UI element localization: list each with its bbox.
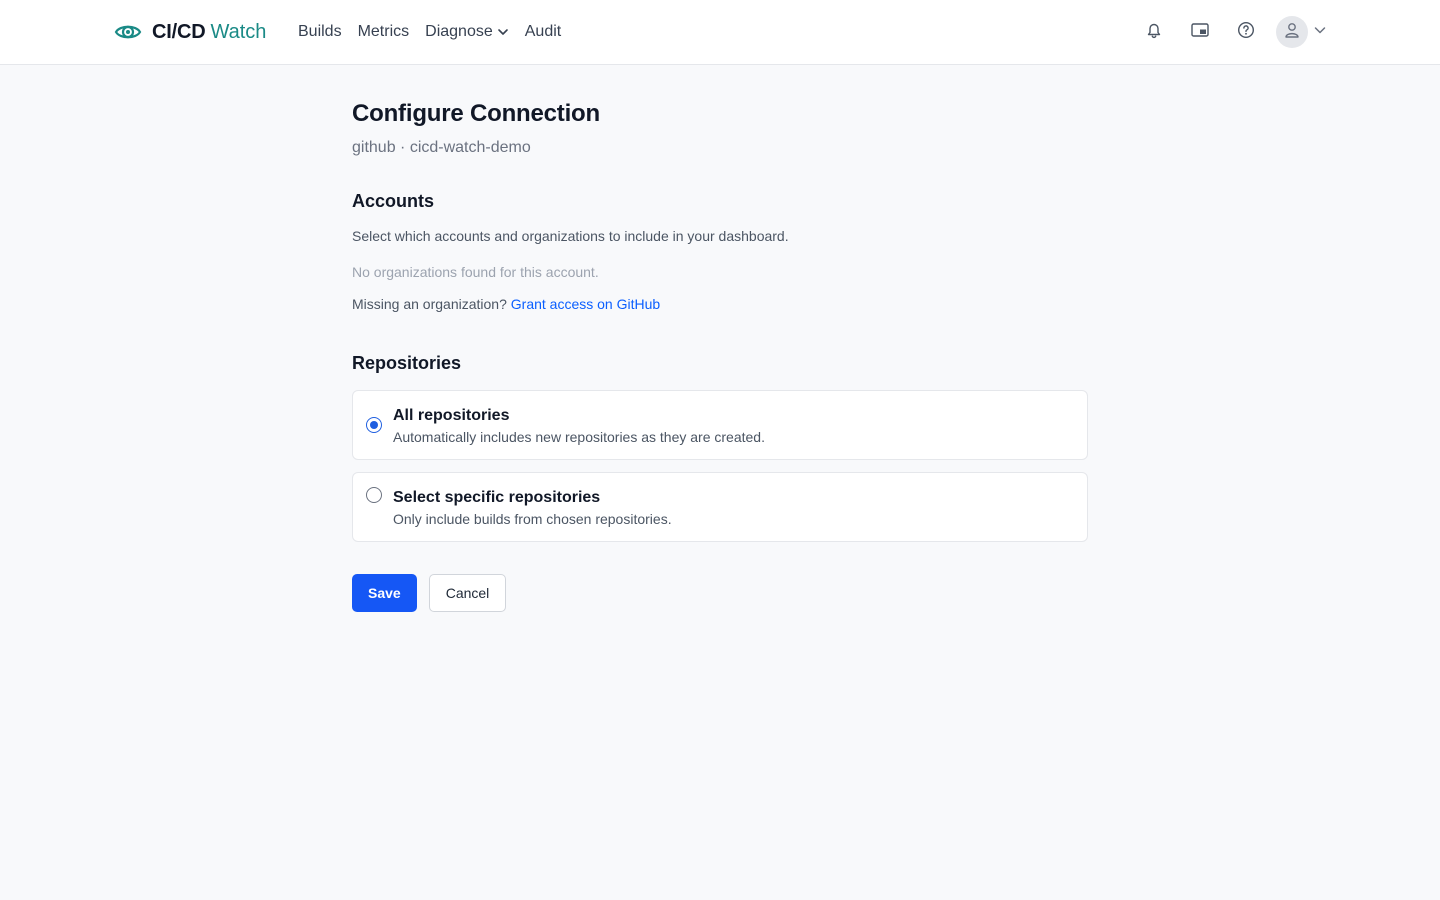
- account-menu-toggle[interactable]: [1312, 24, 1328, 40]
- nav-diagnose[interactable]: Diagnose: [425, 23, 509, 41]
- grant-access-link[interactable]: Grant access on GitHub: [511, 296, 660, 312]
- repositories-heading: Repositories: [352, 353, 462, 373]
- bell-icon: [1145, 21, 1163, 44]
- help-circle-icon: [1237, 21, 1255, 44]
- accounts-empty-state: No organizations found for this account.: [352, 264, 599, 280]
- option-description: Only include builds from chosen reposito…: [393, 511, 672, 527]
- configure-connection-form: Configure Connection github · cicd-watch…: [352, 98, 1088, 612]
- all-repositories-radio[interactable]: [366, 417, 382, 433]
- accounts-heading: Accounts: [352, 191, 435, 211]
- eye-icon: [114, 18, 142, 46]
- option-title: Select specific repositories: [393, 489, 601, 506]
- accounts-description: Select which accounts and organizations …: [352, 228, 789, 244]
- page-title: Configure Connection: [352, 100, 600, 127]
- option-title: All repositories: [393, 407, 510, 424]
- main-nav: Builds Metrics Diagnose Audit: [298, 20, 577, 44]
- nav-diagnose-label: Diagnose: [425, 23, 493, 40]
- picture-in-picture-button[interactable]: [1188, 20, 1212, 44]
- missing-organization-text: Missing an organization? Grant access on…: [352, 294, 1088, 314]
- nav-audit-label: Audit: [524, 23, 562, 40]
- form-actions: Save Cancel: [352, 574, 1088, 612]
- page-subtitle: github · cicd-watch-demo: [352, 139, 531, 156]
- cancel-button[interactable]: Cancel: [428, 574, 507, 612]
- missing-prefix: Missing an organization?: [352, 296, 507, 312]
- nav-builds-label: Builds: [298, 23, 342, 40]
- help-button[interactable]: [1234, 20, 1258, 44]
- top-navigation-bar: CI/CD Watch Builds Metrics Diagnose Audi…: [0, 0, 1440, 65]
- option-specific-repositories[interactable]: Select specific repositories Only includ…: [352, 472, 1088, 542]
- brand-name: CI/CD: [152, 20, 206, 43]
- option-description: Automatically includes new repositories …: [393, 429, 765, 445]
- nav-builds[interactable]: Builds: [298, 23, 342, 41]
- brand-logo[interactable]: CI/CD Watch: [114, 18, 266, 46]
- avatar[interactable]: [1276, 16, 1308, 48]
- notifications-button[interactable]: [1142, 20, 1166, 44]
- brand-accent: Watch: [210, 20, 267, 43]
- option-all-repositories[interactable]: All repositories Automatically includes …: [352, 390, 1088, 460]
- nav-metrics-label: Metrics: [357, 23, 410, 40]
- specific-repositories-radio[interactable]: [366, 487, 382, 503]
- chevron-down-icon: [497, 26, 509, 38]
- user-icon: [1283, 21, 1301, 44]
- picture-in-picture-icon: [1190, 21, 1210, 44]
- nav-audit[interactable]: Audit: [525, 23, 561, 41]
- save-button[interactable]: Save: [352, 574, 417, 612]
- nav-metrics[interactable]: Metrics: [358, 23, 410, 41]
- chevron-down-icon: [1313, 23, 1327, 42]
